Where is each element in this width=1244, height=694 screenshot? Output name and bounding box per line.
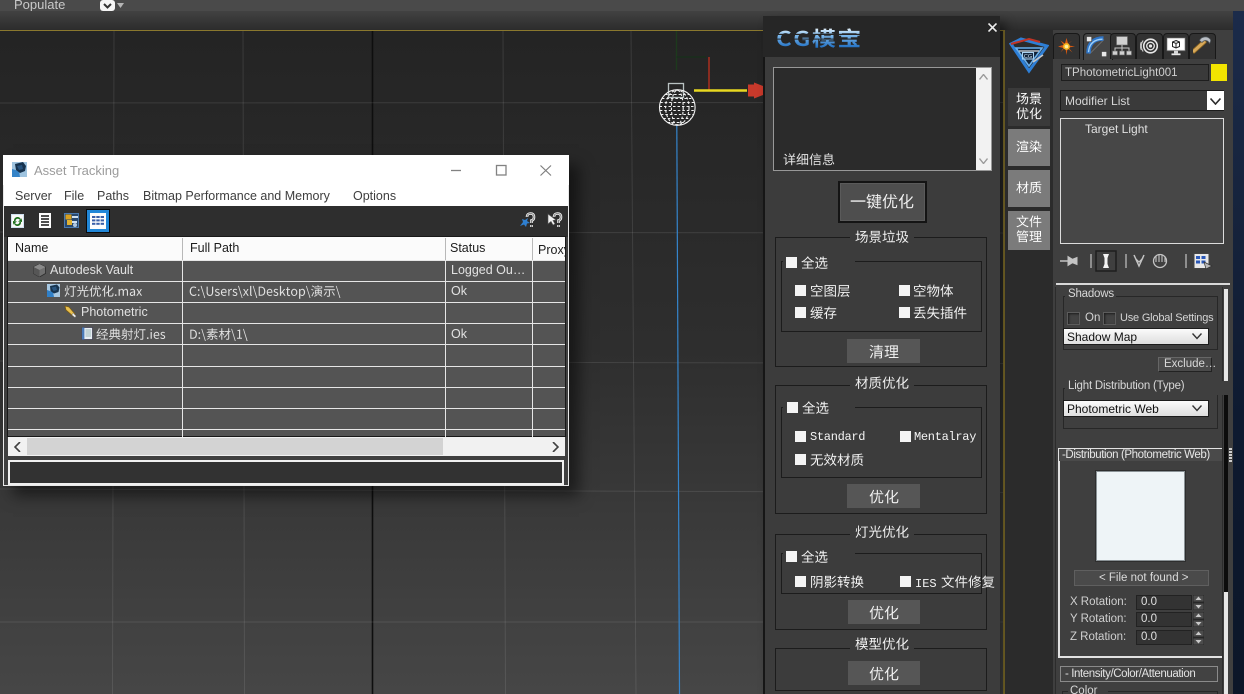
svg-text:CG: CG	[1024, 54, 1032, 60]
